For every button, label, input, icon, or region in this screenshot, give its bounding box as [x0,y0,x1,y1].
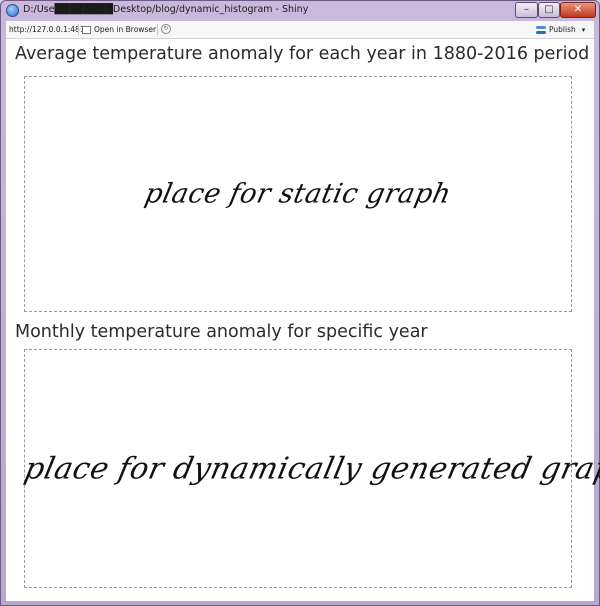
dynamic-graph-area: place for dynamically generated graph [21,349,600,588]
static-graph-title: Average temperature anomaly for each yea… [15,44,590,64]
title-bar[interactable]: D:/Use████████Desktop/blog/dynamic_histo… [1,1,599,21]
static-graph-area: place for static graph [24,76,572,312]
viewer-toolbar: http://127.0.0.1:4814 Open in Browser ↻ … [6,21,594,39]
app-content: Average temperature anomaly for each yea… [6,39,600,601]
publish-icon [536,25,546,34]
browser-icon [82,25,91,34]
toolbar-separator [78,24,79,35]
close-button[interactable]: ✕ [560,2,596,18]
dynamic-graph-placeholder: place for dynamically generated graph [21,451,600,486]
app-window: D:/Use████████Desktop/blog/dynamic_histo… [0,0,600,606]
shiny-app-icon [6,4,19,17]
publish-button[interactable]: Publish ▾ [536,23,585,36]
publish-label: Publish [549,25,576,34]
static-graph-placeholder: place for static graph [142,178,454,210]
maximize-button[interactable]: □ [538,2,560,18]
minimize-button[interactable]: – [515,2,538,18]
open-in-browser-label: Open in Browser [94,25,157,34]
refresh-icon[interactable]: ↻ [161,24,171,34]
open-in-browser-button[interactable]: Open in Browser [82,23,156,36]
dynamic-graph-title: Monthly temperature anomaly for specific… [15,322,428,342]
window-title: D:/Use████████Desktop/blog/dynamic_histo… [23,4,309,15]
chevron-down-icon[interactable]: ▾ [582,26,586,34]
toolbar-separator [157,24,158,35]
